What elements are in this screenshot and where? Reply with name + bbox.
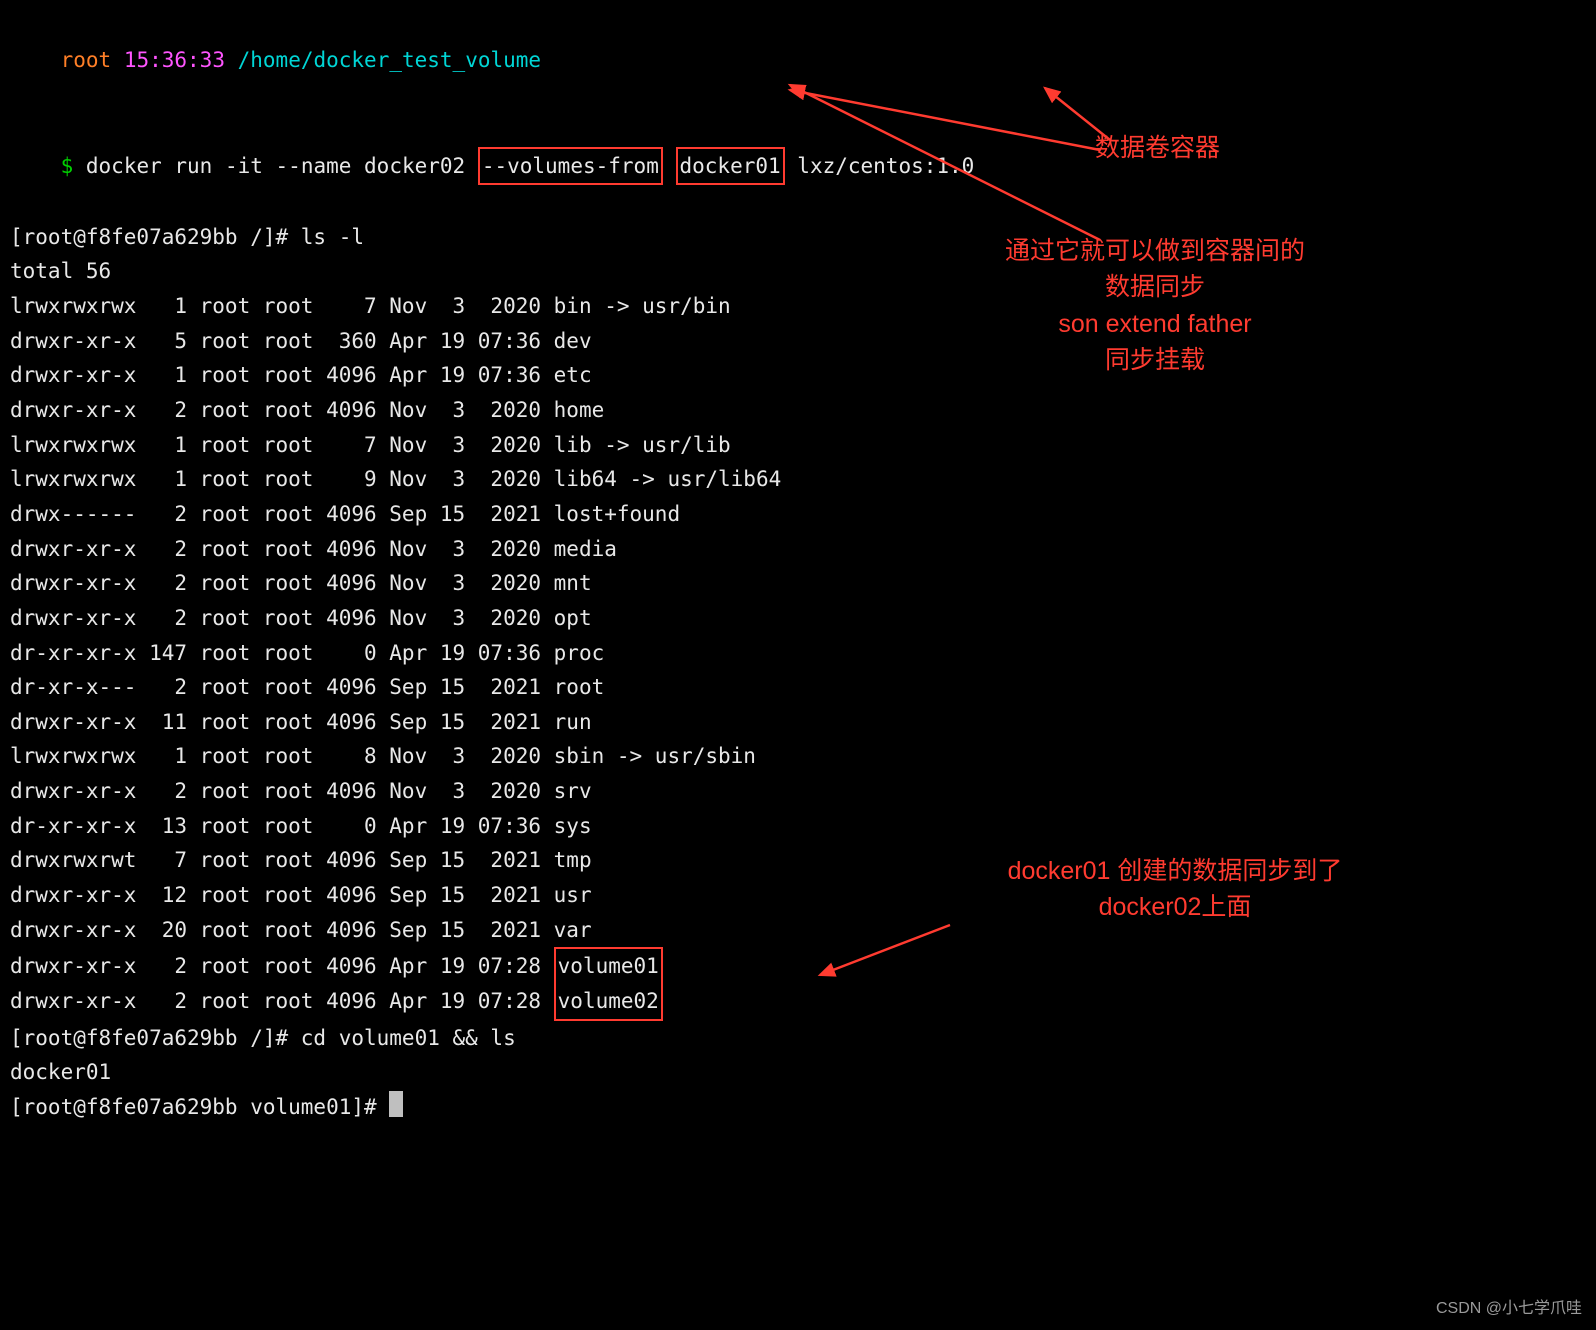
volume-row-1: drwxr-xr-x 2 root root 4096 Apr 19 07:28… — [10, 947, 663, 984]
cursor-icon — [389, 1091, 403, 1117]
listing-row: drwxr-xr-x 2 root root 4096 Nov 3 2020 s… — [10, 774, 1586, 809]
listing-row: drwxr-xr-x 2 root root 4096 Nov 3 2020 m… — [10, 566, 1586, 601]
prompt-header: root 15:36:33 /home/docker_test_volume — [10, 8, 1586, 112]
prompt-symbol: $ — [61, 154, 74, 178]
source-container: docker01 — [676, 147, 785, 186]
watermark: CSDN @小七学爪哇 — [1436, 1296, 1582, 1322]
terminal-output: root 15:36:33 /home/docker_test_volume $… — [10, 8, 1586, 1125]
listing-row: drwxr-xr-x 2 root root 4096 Nov 3 2020 h… — [10, 393, 1586, 428]
listing-row: drwxr-xr-x 2 root root 4096 Nov 3 2020 m… — [10, 532, 1586, 567]
listing-row: dr-xr-x--- 2 root root 4096 Sep 15 2021 … — [10, 670, 1586, 705]
annotation-data-volume-container: 数据卷容器 — [1095, 130, 1220, 166]
cd-command: [root@f8fe07a629bb /]# cd volume01 && ls — [10, 1021, 1586, 1056]
docker-run-command: $ docker run -it --name docker02 --volum… — [10, 112, 1586, 220]
listing-row: lrwxrwxrwx 1 root root 7 Nov 3 2020 lib … — [10, 428, 1586, 463]
listing-row: lrwxrwxrwx 1 root root 9 Nov 3 2020 lib6… — [10, 462, 1586, 497]
listing-row: drwxr-xr-x 11 root root 4096 Sep 15 2021… — [10, 705, 1586, 740]
listing-row: lrwxrwxrwx 1 root root 8 Nov 3 2020 sbin… — [10, 739, 1586, 774]
annotation-docker01-sync: docker01 创建的数据同步到了 docker02上面 — [940, 853, 1410, 926]
listing-row: dr-xr-xr-x 13 root root 0 Apr 19 07:36 s… — [10, 809, 1586, 844]
volumes-from-flag: --volumes-from — [478, 147, 663, 186]
volume-row-2: drwxr-xr-x 2 root root 4096 Apr 19 07:28… — [10, 984, 663, 1021]
final-prompt[interactable]: [root@f8fe07a629bb volume01]# — [10, 1090, 1586, 1125]
listing-row: drwxr-xr-x 2 root root 4096 Nov 3 2020 o… — [10, 601, 1586, 636]
cd-output: docker01 — [10, 1055, 1586, 1090]
annotation-sync-explain: 通过它就可以做到容器间的 数据同步 son extend father 同步挂载 — [940, 233, 1370, 378]
listing-row: dr-xr-xr-x 147 root root 0 Apr 19 07:36 … — [10, 636, 1586, 671]
volume01-name: volume01 — [554, 947, 663, 984]
volume-box: drwxr-xr-x 2 root root 4096 Apr 19 07:28… — [10, 947, 663, 1020]
listing-row: drwx------ 2 root root 4096 Sep 15 2021 … — [10, 497, 1586, 532]
user: root — [61, 48, 112, 72]
volume02-name: volume02 — [554, 984, 663, 1021]
path: /home/docker_test_volume — [238, 48, 541, 72]
time: 15:36:33 — [124, 48, 225, 72]
